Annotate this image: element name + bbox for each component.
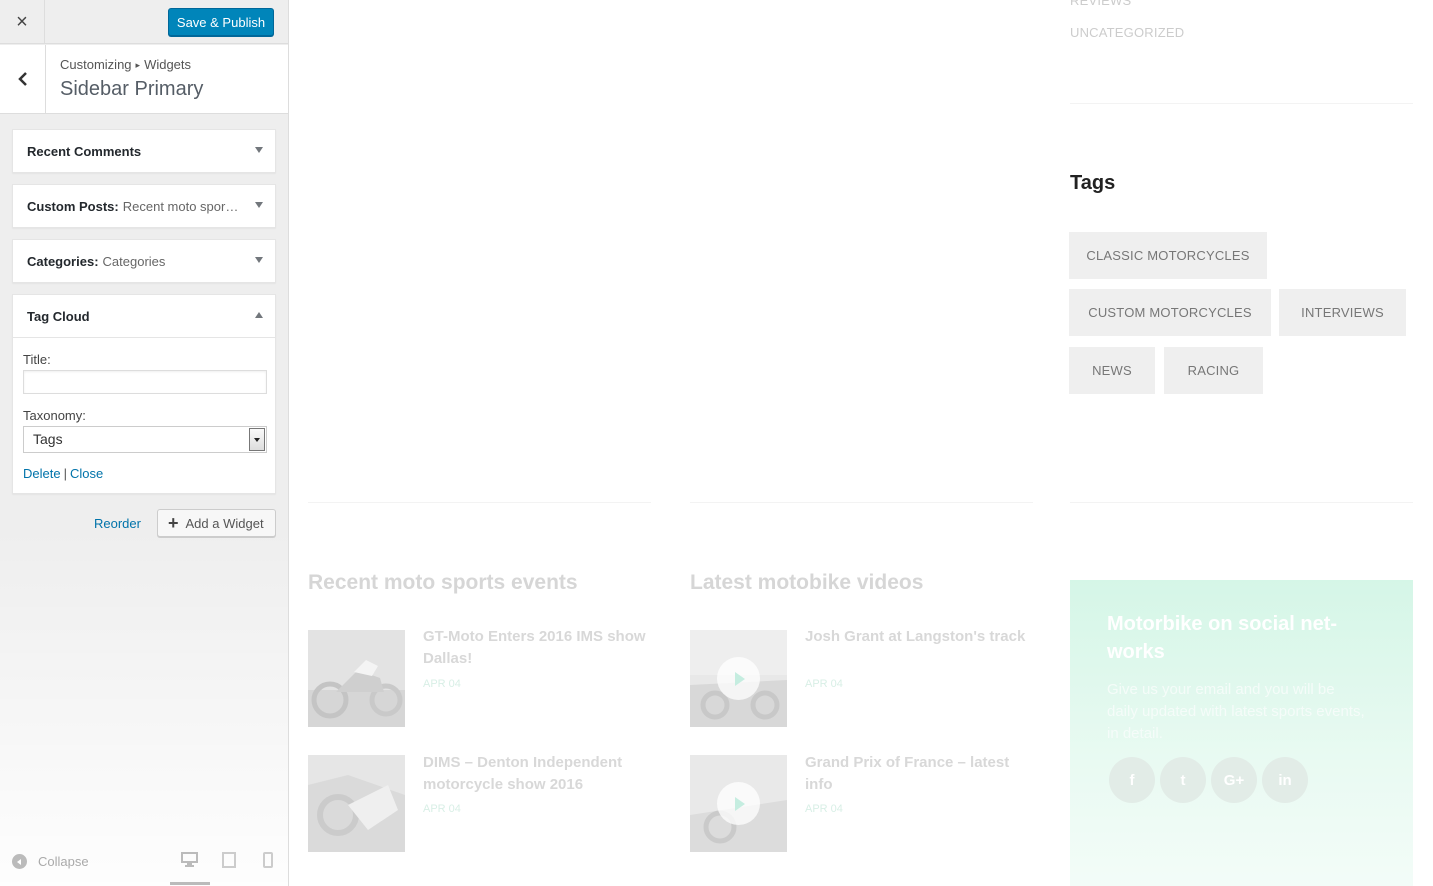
post-thumbnail[interactable]: [308, 630, 405, 727]
title-label: Title:: [23, 352, 51, 367]
widget-subtitle: Recent moto sports events: [122, 198, 241, 214]
play-icon[interactable]: [717, 782, 760, 825]
section-header: Customizing ▸ Widgets Sidebar Primary: [0, 45, 288, 114]
social-networks-box: Motorbike on social net-works Give us yo…: [1070, 580, 1413, 886]
active-device-indicator: [170, 882, 210, 885]
widget-categories: Categories: Categories: [12, 239, 276, 283]
taxonomy-select[interactable]: Tags: [23, 426, 267, 453]
dropdown-arrow-icon[interactable]: [249, 428, 265, 451]
site-preview: REVIEWS UNCATEGORIZED Tags CLASSIC MOTOR…: [289, 0, 1433, 886]
collapse-button[interactable]: Collapse: [12, 854, 89, 869]
taxonomy-label: Taxonomy:: [23, 408, 86, 423]
post-date: APR 04: [423, 678, 461, 690]
plus-icon: +: [168, 513, 179, 533]
social-title: Motorbike on social net-works: [1107, 613, 1338, 663]
collapse-label: Collapse: [38, 854, 89, 869]
collapse-arrow-icon: [12, 854, 27, 869]
post-title-link[interactable]: GT-Moto Enters 2016 IMS show Dallas!: [423, 626, 648, 670]
add-widget-button[interactable]: + Add a Widget: [157, 509, 276, 537]
action-separator: |: [63, 466, 67, 481]
tags-widget-title: Tags: [1070, 172, 1116, 194]
back-button[interactable]: [0, 45, 46, 113]
post-title-link[interactable]: Josh Grant at Langston's track: [805, 626, 1030, 648]
google-plus-icon[interactable]: G+: [1211, 757, 1257, 803]
widget-name: Categories:: [27, 253, 99, 269]
widget-toggle[interactable]: Tag Cloud: [13, 295, 275, 337]
post-thumbnail[interactable]: [308, 755, 405, 852]
twitter-icon[interactable]: t: [1160, 757, 1206, 803]
widget-toggle[interactable]: Categories: Categories: [13, 240, 275, 282]
post-title-link[interactable]: Grand Prix of France – latest info: [805, 752, 1030, 796]
save-publish-button[interactable]: Save & Publish: [168, 8, 274, 36]
divider: [1070, 502, 1413, 503]
breadcrumb-separator: ▸: [135, 60, 141, 70]
post-date: APR 04: [805, 803, 843, 815]
social-description: Give us your email and you will be daily…: [1107, 681, 1365, 742]
add-widget-label: Add a Widget: [185, 515, 264, 531]
tag-custom-motorcycles[interactable]: CUSTOM MOTORCYCLES: [1069, 289, 1271, 336]
category-link[interactable]: UNCATEGORIZED: [1070, 25, 1184, 40]
widget-name: Tag Cloud: [27, 308, 90, 324]
panel-fade-overlay: [0, 526, 288, 886]
widget-subtitle: Categories: [102, 253, 166, 269]
desktop-icon[interactable]: [181, 852, 198, 872]
video-thumbnail[interactable]: [690, 755, 787, 852]
title-input[interactable]: [23, 370, 267, 394]
category-link[interactable]: REVIEWS: [1070, 0, 1131, 8]
mobile-icon[interactable]: [263, 852, 273, 873]
customizer-panel: × Save & Publish Customizing ▸ Widgets Sid…: [0, 0, 289, 886]
widget-form: Title: Taxonomy: Tags Delete | Close: [13, 337, 275, 493]
divider: [690, 502, 1033, 503]
close-widget-link[interactable]: Close: [70, 466, 103, 481]
expand-arrow-icon[interactable]: [255, 202, 263, 208]
recent-events-title: Recent moto sports events: [308, 571, 578, 594]
chevron-left-icon: [17, 72, 27, 86]
linkedin-icon[interactable]: in: [1262, 757, 1308, 803]
collapse-arrow-icon[interactable]: [255, 312, 263, 318]
post-date: APR 04: [423, 803, 461, 815]
expand-arrow-icon[interactable]: [255, 147, 263, 153]
divider: [1070, 103, 1413, 104]
tag-news[interactable]: NEWS: [1069, 347, 1155, 394]
close-customizer-button[interactable]: ×: [0, 0, 45, 44]
widget-toggle[interactable]: Recent Comments: [13, 130, 275, 172]
tag-racing[interactable]: RACING: [1164, 347, 1263, 394]
play-icon[interactable]: [717, 657, 760, 700]
tag-classic-motorcycles[interactable]: CLASSIC MOTORCYCLES: [1069, 232, 1267, 279]
widget-custom-posts: Custom Posts: Recent moto sports events: [12, 184, 276, 228]
widget-tag-cloud: Tag Cloud Title: Taxonomy: Tags Delete | C…: [12, 294, 276, 494]
post-title-link[interactable]: DIMS – Denton Independent motorcycle sho…: [423, 752, 648, 796]
expand-arrow-icon[interactable]: [255, 257, 263, 263]
reorder-link[interactable]: Reorder: [94, 516, 141, 531]
widget-recent-comments: Recent Comments: [12, 129, 276, 173]
widget-actions: Delete | Close: [23, 466, 265, 481]
delete-widget-link[interactable]: Delete: [23, 466, 61, 481]
breadcrumb-current: Widgets: [144, 57, 192, 72]
tablet-icon[interactable]: [222, 852, 236, 873]
latest-videos-title: Latest motobike videos: [690, 571, 924, 594]
panel-header: × Save & Publish: [0, 0, 288, 44]
breadcrumb-root: Customizing: [60, 57, 132, 72]
facebook-icon[interactable]: f: [1109, 757, 1155, 803]
widget-name: Recent Comments: [27, 143, 142, 159]
widget-name: Custom Posts:: [27, 198, 119, 214]
divider: [308, 502, 651, 503]
breadcrumb: Customizing ▸ Widgets: [60, 57, 191, 72]
section-title: Sidebar Primary: [60, 78, 204, 100]
taxonomy-value: Tags: [33, 431, 63, 447]
post-date: APR 04: [805, 678, 843, 690]
tag-interviews[interactable]: INTERVIEWS: [1279, 289, 1406, 336]
widget-toggle[interactable]: Custom Posts: Recent moto sports events: [13, 185, 275, 227]
video-thumbnail[interactable]: [690, 630, 787, 727]
